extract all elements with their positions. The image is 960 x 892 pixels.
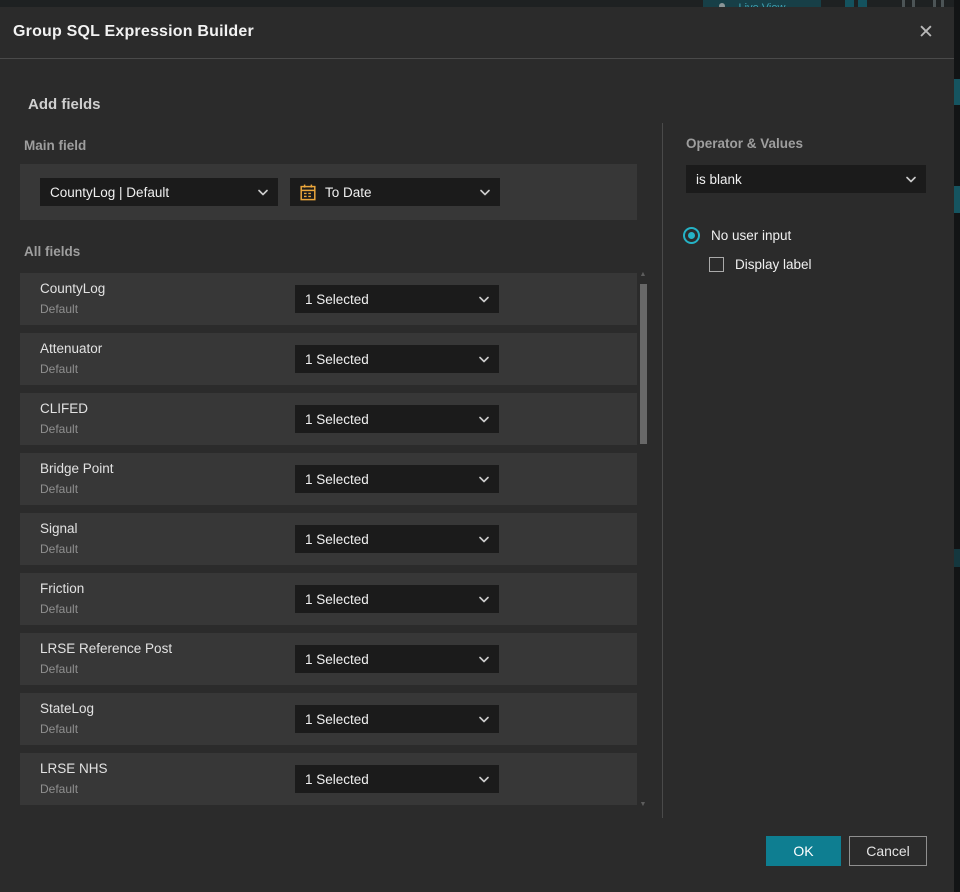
field-selection-value: 1 Selected [305, 411, 369, 427]
field-selection-dropdown[interactable]: 1 Selected [295, 645, 499, 673]
field-row: LRSE NHS Default 1 Selected [20, 753, 637, 805]
field-sublabel: Default [40, 662, 79, 676]
no-user-input-option[interactable]: No user input [683, 227, 791, 244]
chevron-down-icon [479, 716, 489, 722]
field-selection-dropdown[interactable]: 1 Selected [295, 765, 499, 793]
ok-button[interactable]: OK [766, 836, 841, 866]
field-sublabel: Default [40, 362, 79, 376]
radio-button[interactable] [683, 227, 700, 244]
field-selection-value: 1 Selected [305, 711, 369, 727]
add-fields-heading: Add fields [28, 96, 101, 113]
field-name: LRSE Reference Post [40, 641, 173, 656]
field-row: StateLog Default 1 Selected [20, 693, 637, 745]
field-name: Friction [40, 581, 85, 596]
field-row: Friction Default 1 Selected [20, 573, 637, 625]
topbar-widget-icon [858, 0, 867, 7]
field-row: CountyLog Default 1 Selected [20, 273, 637, 325]
field-selection-dropdown[interactable]: 1 Selected [295, 285, 499, 313]
main-field-panel: CountyLog | Default To Date [20, 164, 637, 220]
field-name: Attenuator [40, 341, 103, 356]
field-selection-value: 1 Selected [305, 291, 369, 307]
background-app-edge [954, 0, 960, 892]
display-label-label: Display label [735, 257, 812, 272]
main-layer-dropdown-value: CountyLog | Default [50, 184, 170, 200]
scrollbar-up-icon[interactable]: ▲ [636, 271, 650, 278]
chevron-down-icon [479, 476, 489, 482]
field-selection-value: 1 Selected [305, 771, 369, 787]
field-selection-value: 1 Selected [305, 591, 369, 607]
field-sublabel: Default [40, 542, 79, 556]
main-layer-dropdown[interactable]: CountyLog | Default [40, 178, 278, 206]
field-sublabel: Default [40, 482, 79, 496]
background-app-topbar: Live View [0, 0, 960, 7]
field-sublabel: Default [40, 422, 79, 436]
operator-dropdown[interactable]: is blank [686, 165, 926, 193]
field-selection-value: 1 Selected [305, 471, 369, 487]
panel-divider [662, 123, 663, 818]
field-sublabel: Default [40, 722, 79, 736]
all-fields-list: CountyLog Default 1 Selected Attenuator … [20, 273, 637, 805]
display-label-option[interactable]: Display label [709, 257, 812, 272]
all-fields-label: All fields [24, 244, 81, 259]
chevron-down-icon [258, 189, 268, 195]
topbar-widget-icon [912, 0, 915, 7]
close-icon[interactable]: ✕ [912, 19, 940, 47]
main-field-dropdown-value: To Date [325, 184, 372, 200]
scrollbar-thumb[interactable] [640, 284, 647, 444]
topbar-widget-icon [845, 0, 854, 7]
topbar-widget-icon [941, 0, 944, 7]
operator-values-label: Operator & Values [686, 136, 804, 151]
field-row: Attenuator Default 1 Selected [20, 333, 637, 385]
operator-dropdown-value: is blank [696, 171, 742, 187]
field-row: Signal Default 1 Selected [20, 513, 637, 565]
main-field-label: Main field [24, 138, 87, 153]
scrollbar-down-icon[interactable]: ▼ [636, 801, 650, 808]
chevron-down-icon [479, 776, 489, 782]
field-selection-value: 1 Selected [305, 351, 369, 367]
field-name: Bridge Point [40, 461, 114, 476]
field-name: CLIFED [40, 401, 89, 416]
chevron-down-icon [906, 176, 916, 182]
field-selection-value: 1 Selected [305, 531, 369, 547]
screen: Live View Group SQL Expression Builder ✕… [0, 0, 960, 892]
field-row: CLIFED Default 1 Selected [20, 393, 637, 445]
group-sql-expression-builder-dialog: Group SQL Expression Builder ✕ Add field… [0, 7, 954, 892]
field-row: LRSE Reference Post Default 1 Selected [20, 633, 637, 685]
field-name: Signal [40, 521, 78, 536]
dialog-header: Group SQL Expression Builder ✕ [0, 7, 954, 59]
dialog-title: Group SQL Expression Builder [13, 23, 254, 40]
field-name: CountyLog [40, 281, 106, 296]
cancel-button[interactable]: Cancel [849, 836, 927, 866]
chevron-down-icon [479, 596, 489, 602]
topbar-widget-icon [933, 0, 936, 7]
calendar-icon [300, 184, 316, 200]
field-sublabel: Default [40, 602, 79, 616]
field-name: LRSE NHS [40, 761, 108, 776]
topbar-widget-icon [902, 0, 905, 7]
no-user-input-label: No user input [711, 228, 792, 243]
chevron-down-icon [479, 656, 489, 662]
field-selection-dropdown[interactable]: 1 Selected [295, 585, 499, 613]
field-sublabel: Default [40, 782, 79, 796]
field-selection-dropdown[interactable]: 1 Selected [295, 405, 499, 433]
chevron-down-icon [479, 536, 489, 542]
main-field-dropdown[interactable]: To Date [290, 178, 500, 206]
chevron-down-icon [479, 416, 489, 422]
field-sublabel: Default [40, 302, 79, 316]
field-row: Bridge Point Default 1 Selected [20, 453, 637, 505]
chevron-down-icon [479, 356, 489, 362]
field-selection-value: 1 Selected [305, 651, 369, 667]
field-selection-dropdown[interactable]: 1 Selected [295, 705, 499, 733]
field-selection-dropdown[interactable]: 1 Selected [295, 345, 499, 373]
field-selection-dropdown[interactable]: 1 Selected [295, 525, 499, 553]
field-name: StateLog [40, 701, 95, 716]
checkbox[interactable] [709, 257, 724, 272]
chevron-down-icon [479, 296, 489, 302]
chevron-down-icon [480, 189, 490, 195]
field-selection-dropdown[interactable]: 1 Selected [295, 465, 499, 493]
